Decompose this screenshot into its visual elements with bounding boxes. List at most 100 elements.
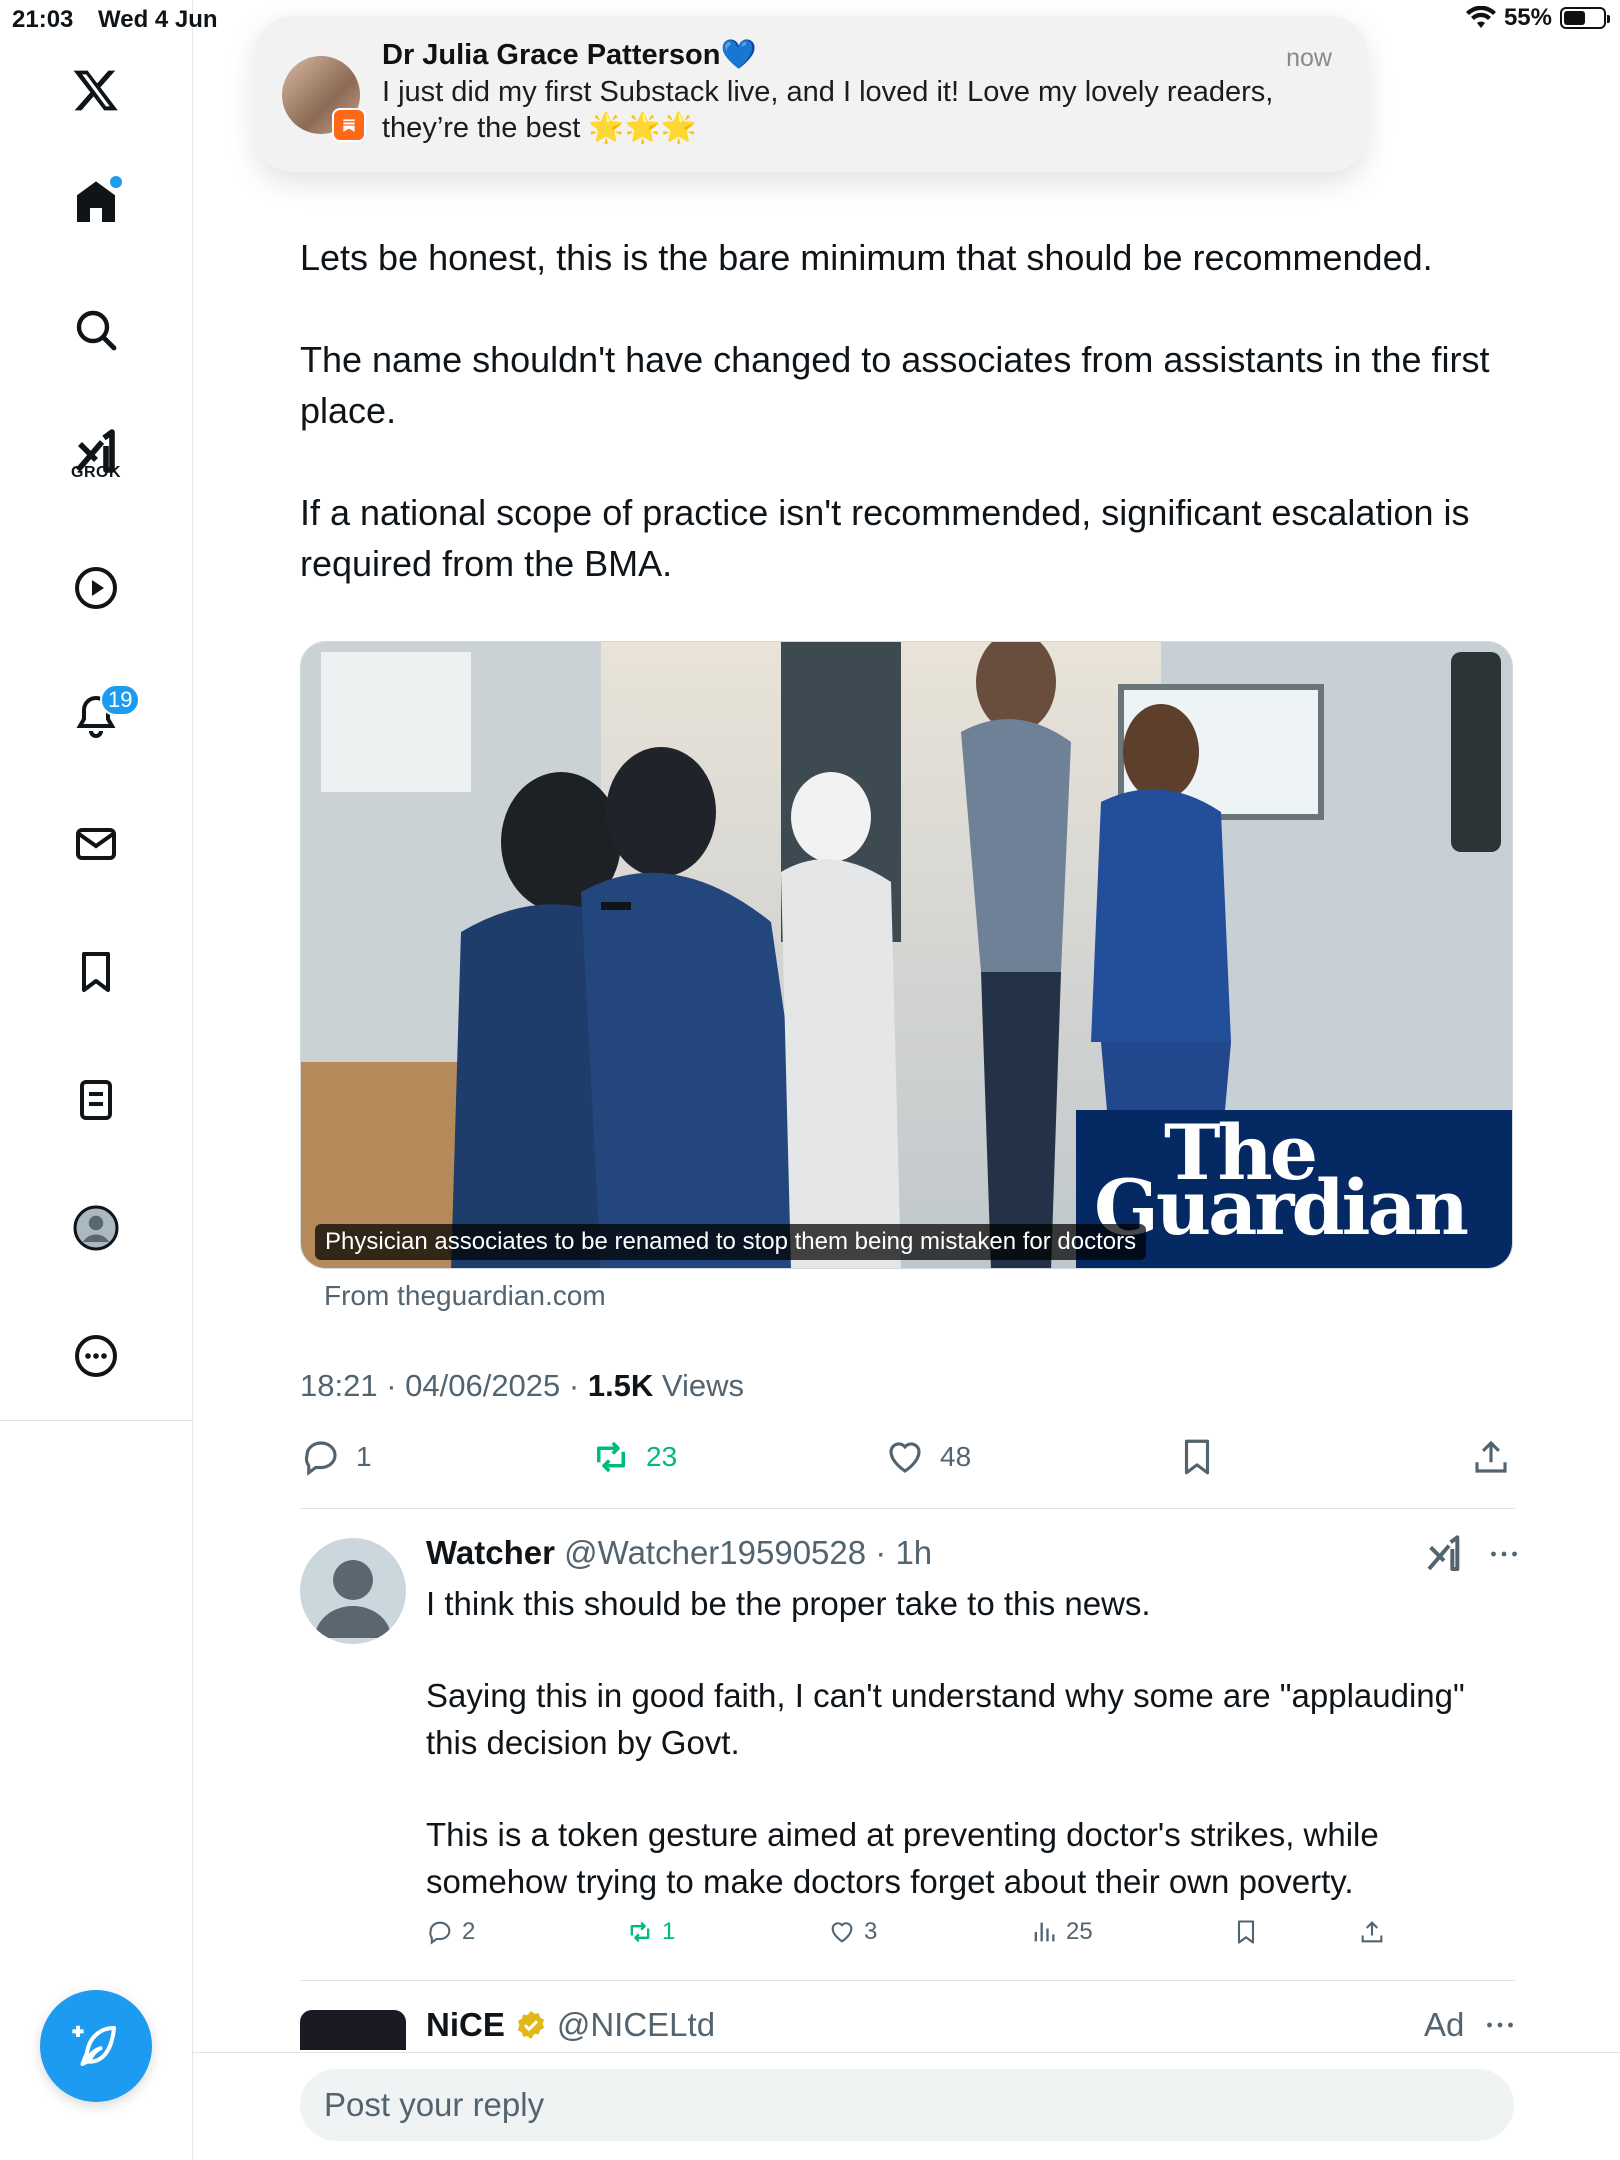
nav-bookmarks[interactable] [64,940,128,1004]
notification-body: I just did my first Substack live, and I… [382,76,1274,144]
bookmark-icon [1184,1439,1210,1475]
repost-button[interactable]: 23 [590,1436,677,1478]
compose-feather-icon [72,2025,117,2067]
reply-paragraph: I think this should be the proper take t… [426,1585,1151,1622]
reply-composer-bar: Post your reply [193,2052,1620,2160]
sidebar-divider [0,1420,193,1421]
reply-header: Watcher @Watcher19590528 · 1h [426,1534,932,1572]
substack-icon [332,108,366,142]
reply-actions: 2 1 3 25 [426,1918,1426,1958]
compose-button[interactable] [40,1990,152,2102]
ad-author-handle[interactable]: @NICELtd [557,2006,715,2044]
status-bar: 21:03 Wed 4 Jun 55% [0,0,1620,40]
reply-reply-button[interactable]: 2 [426,1918,475,1946]
nav-grok[interactable]: GROK [64,420,128,484]
link-card-image[interactable]: The Guardian Physician associates to be … [300,641,1513,1269]
more-options-icon[interactable] [1486,1536,1522,1572]
home-unread-dot [110,176,122,188]
messages-mail-icon [76,828,116,860]
battery-percent: 55% [1503,4,1552,31]
nav-home[interactable] [64,170,128,234]
reply-repost-count: 1 [662,1918,676,1945]
status-date: Wed 4 Jun [98,6,218,33]
tweet-actions: 1 23 48 [300,1436,1515,1488]
bookmark-icon [1237,1920,1255,1944]
views-chart-icon [1034,1922,1055,1942]
repost-count: 23 [646,1441,678,1472]
wifi-icon [1465,6,1496,28]
bookmark-button[interactable] [1176,1436,1218,1478]
link-card-caption: Physician associates to be renamed to st… [315,1224,1147,1260]
reply-views-button[interactable]: 25 [1030,1918,1093,1946]
verified-badge-icon [517,2011,544,2039]
nav-profile[interactable] [64,1196,128,1260]
tweet-timestamp[interactable]: 18:21 · 04/06/2025 · [300,1368,588,1403]
heart-icon [831,1922,853,1943]
grok-icon[interactable] [1424,1534,1464,1574]
reply-text: I think this should be the proper take t… [426,1580,1516,1905]
reply-like-count: 3 [864,1918,878,1945]
notifications-badge: 19 [100,684,141,716]
sidebar: GROK 19 [0,0,193,2160]
reply-repost-button[interactable]: 1 [626,1918,675,1946]
share-icon [1475,1440,1507,1473]
guardian-logo-line2: Guardian [1094,1163,1469,1252]
repost-icon [597,1441,625,1473]
bookmarks-icon [82,952,110,992]
avatar[interactable] [300,1538,406,1644]
tweet-views-count: 1.5K [587,1368,654,1403]
status-time: 21:03 [12,6,74,33]
like-count: 48 [940,1441,972,1472]
share-icon [1361,1921,1383,1943]
video-play-icon [75,567,117,609]
nav-more[interactable] [64,1324,128,1388]
x-logo-icon[interactable] [64,58,128,122]
default-avatar-icon [315,1560,391,1638]
tweet-meta: 18:21 · 04/06/2025 · 1.5K Views [300,1368,744,1404]
reply-reply-count: 2 [462,1918,476,1945]
reply-paragraph: Saying this in good faith, I can't under… [426,1677,1465,1761]
tweet-paragraph: Lets be honest, this is the bare minimum… [300,237,1433,278]
share-button[interactable] [1470,1436,1512,1478]
reply-bookmark-button[interactable] [1232,1918,1260,1946]
notification-title: Dr Julia Grace Patterson💙 [382,39,757,71]
reply-share-button[interactable] [1358,1918,1386,1946]
nav-search[interactable] [64,298,128,362]
more-icon [75,1335,117,1377]
tweet-paragraph: The name shouldn't have changed to assoc… [300,339,1490,431]
tweet-paragraph: If a national scope of practice isn't re… [300,492,1470,584]
ad-header-right: Ad [1424,2006,1518,2044]
divider [300,1980,1515,1981]
reply-author-name[interactable]: Watcher [426,1534,555,1571]
reply-author-handle[interactable]: @Watcher19590528 [564,1534,866,1571]
tweet-views-label: Views [653,1368,745,1403]
grok-label: GROK [71,464,121,481]
link-card-source[interactable]: From theguardian.com [324,1280,606,1312]
reply-time: · 1h [866,1534,933,1571]
status-right: 55% [1465,4,1610,32]
ad-header: NiCE @NICELtd [426,2006,715,2044]
reply-like-button[interactable]: 3 [828,1918,877,1946]
notification-time: now [1286,44,1332,72]
more-options-icon[interactable] [1482,2007,1518,2043]
reply-count: 1 [356,1441,372,1472]
reply-bubble-icon [429,1921,451,1945]
reply-input[interactable]: Post your reply [300,2069,1514,2141]
reply-bubble-icon [304,1441,337,1476]
heart-icon [889,1442,921,1473]
lists-icon [80,1080,112,1120]
ad-label: Ad [1424,2006,1465,2043]
like-button[interactable]: 48 [884,1436,971,1478]
divider [300,1508,1515,1509]
nav-video[interactable] [64,556,128,620]
nav-lists[interactable] [64,1068,128,1132]
repost-icon [630,1921,650,1943]
nav-notifications[interactable]: 19 [64,684,141,748]
nav-messages[interactable] [64,812,128,876]
battery-icon [1560,7,1610,29]
ad-avatar[interactable] [300,2010,406,2050]
ad-author-name[interactable]: NiCE [426,2006,505,2044]
tweet-text: Lets be honest, this is the bare minimum… [300,232,1530,589]
battery-fill [1564,11,1585,25]
reply-button[interactable]: 1 [300,1436,372,1478]
